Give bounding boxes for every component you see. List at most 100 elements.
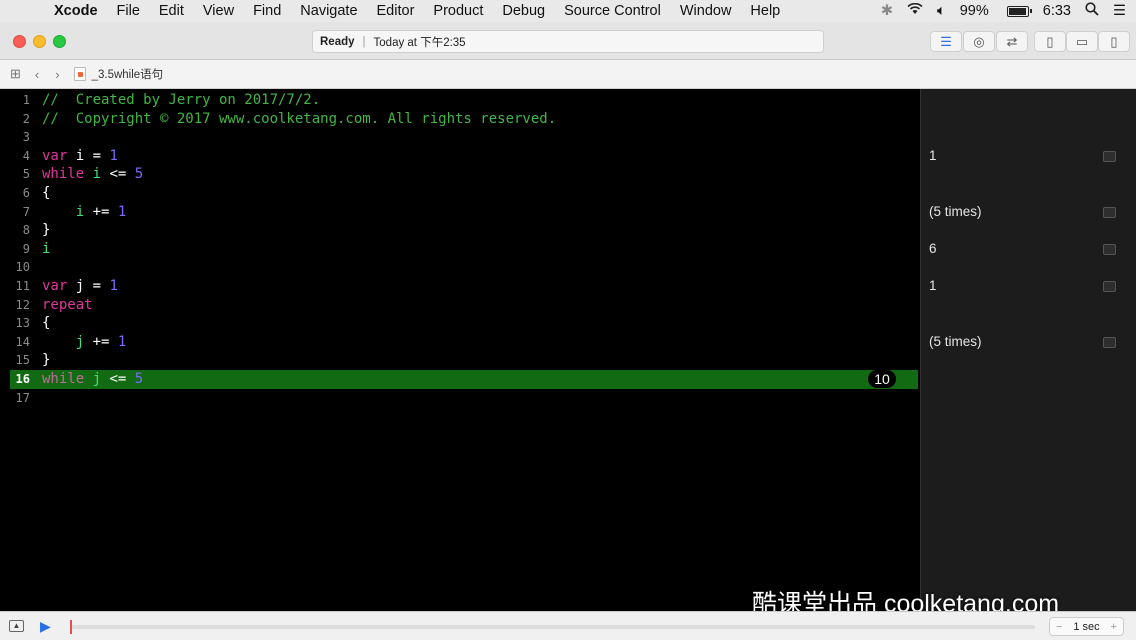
code-line[interactable]: 1 // Created by Jerry on 2017/7/2. — [0, 91, 920, 110]
menu-navigate[interactable]: Navigate — [300, 3, 357, 19]
code-token: 5 — [134, 371, 144, 387]
code-line[interactable]: 3 — [0, 128, 920, 147]
menu-file[interactable]: File — [117, 3, 140, 19]
result-value: (5 times) — [929, 203, 982, 219]
wifi-icon[interactable] — [907, 2, 923, 19]
standard-editor-icon[interactable]: ☰ — [930, 31, 962, 52]
code-line[interactable]: 15} — [0, 351, 920, 370]
toggle-debug-area-icon[interactable]: ▭ — [1066, 31, 1098, 52]
code-line[interactable]: 14 j += 1 — [0, 333, 920, 352]
line-number: 2 — [22, 111, 30, 126]
code-token: } — [42, 222, 51, 239]
line-number: 12 — [15, 297, 30, 312]
volume-icon[interactable]: 🔈︎ — [937, 3, 946, 19]
result-value: (5 times) — [929, 333, 982, 349]
code-line[interactable]: 17 — [0, 389, 920, 408]
result-value: 1 — [929, 278, 937, 293]
menu-app-name[interactable]: Xcode — [54, 3, 98, 19]
code-line[interactable]: 7 i += 1 — [0, 203, 920, 222]
menu-debug[interactable]: Debug — [502, 3, 545, 19]
quick-look-icon[interactable] — [1103, 281, 1116, 292]
line-number: 13 — [15, 316, 30, 331]
code-token: i = — [67, 147, 110, 164]
code-line[interactable]: 13 { — [0, 314, 920, 333]
clock[interactable]: 6:33 — [1043, 3, 1071, 19]
version-editor-icon[interactable]: ⇄ — [996, 31, 1028, 52]
duration-decrease-button[interactable]: − — [1056, 621, 1062, 633]
code-token: j = — [67, 278, 110, 294]
code-line[interactable]: 11 var j = 1 — [0, 277, 920, 296]
line-number: 4 — [22, 148, 30, 163]
menu-find[interactable]: Find — [253, 3, 281, 19]
line-number: 7 — [22, 204, 30, 219]
code-token: 1 — [109, 147, 118, 164]
code-line-current[interactable]: 16 while j <= 5 10 — [10, 370, 918, 389]
battery-icon[interactable] — [993, 3, 1032, 19]
code-text: // Created by Jerry on 2017/7/2. — [42, 91, 320, 110]
line-number: 17 — [15, 390, 30, 405]
duration-stepper[interactable]: − 1 sec + — [1049, 617, 1124, 636]
code-token: { — [42, 185, 51, 201]
related-items-grid-icon[interactable]: ⊞ — [10, 66, 21, 82]
line-number: 11 — [15, 279, 30, 293]
code-line[interactable]: 5 while i <= 5 — [0, 165, 920, 184]
code-line[interactable]: 8} — [0, 221, 920, 240]
code-line[interactable]: 9i — [0, 240, 920, 259]
code-token: i — [42, 240, 51, 257]
timeline-playhead[interactable] — [70, 620, 72, 634]
run-playground-icon[interactable]: ▶ — [40, 618, 51, 635]
code-line[interactable]: 12 repeat — [0, 296, 920, 315]
code-token: += — [84, 203, 118, 220]
line-number: 9 — [22, 241, 30, 256]
status-separator: | — [362, 35, 366, 48]
minimize-window-button[interactable] — [33, 35, 46, 48]
assistant-editor-icon[interactable]: ◎ — [963, 31, 995, 52]
code-text: } — [42, 351, 50, 370]
quick-look-icon[interactable] — [1103, 243, 1116, 255]
menu-help[interactable]: Help — [750, 3, 780, 19]
notification-center-icon[interactable]: ☰ — [1113, 3, 1126, 19]
code-line[interactable]: 4 var i = 1 — [0, 147, 920, 166]
spotlight-search-icon[interactable] — [1085, 2, 1099, 20]
code-token: j — [75, 333, 85, 350]
quick-look-icon[interactable] — [1103, 206, 1116, 218]
quick-look-icon[interactable] — [1103, 336, 1116, 348]
code-line[interactable]: 6{ — [0, 184, 920, 203]
inline-result-bubble[interactable]: 10 — [868, 370, 896, 388]
toggle-inspector-icon[interactable]: ▯ — [1098, 31, 1130, 52]
source-editor[interactable]: 1 // Created by Jerry on 2017/7/2. 2 // Cop… — [0, 89, 920, 611]
zoom-window-button[interactable] — [53, 35, 66, 48]
code-text: // Copyright © 2017 www.coolketang.com. … — [42, 110, 556, 129]
code-token: i — [75, 203, 85, 220]
code-text: { — [42, 184, 50, 203]
line-number: 8 — [22, 223, 30, 238]
menu-view[interactable]: View — [203, 3, 234, 19]
close-window-button[interactable] — [13, 35, 26, 48]
menu-editor[interactable]: Editor — [377, 3, 415, 19]
bluetooth-icon[interactable]: ✱ — [881, 3, 893, 19]
code-line[interactable]: 10 — [0, 258, 920, 277]
back-arrow-icon[interactable]: ‹ — [35, 67, 39, 82]
code-token: <= — [101, 166, 135, 183]
menu-bar: Xcode File Edit View Find Navigate Edito… — [0, 0, 1136, 22]
breadcrumb-file[interactable]: _3.5while语句 — [73, 66, 164, 82]
menu-window[interactable]: Window — [680, 3, 732, 19]
battery-percent[interactable]: 99% — [960, 3, 989, 19]
toggle-navigator-icon[interactable]: ▯ — [1034, 31, 1066, 52]
menu-product[interactable]: Product — [433, 3, 483, 19]
code-line[interactable]: 2 // Copyright © 2017 www.coolketang.com.… — [0, 110, 920, 129]
execution-timeline-slider[interactable] — [70, 620, 1035, 634]
menu-source-control[interactable]: Source Control — [564, 3, 661, 19]
code-token: 1 — [117, 333, 127, 350]
menu-edit[interactable]: Edit — [159, 3, 184, 19]
forward-arrow-icon[interactable]: › — [55, 67, 59, 82]
breadcrumb-file-name: _3.5while语句 — [91, 69, 164, 81]
hide-debug-area-icon[interactable]: ▲ — [9, 620, 24, 632]
code-token: <= — [101, 371, 135, 387]
code-token: repeat — [42, 296, 93, 313]
duration-increase-button[interactable]: + — [1111, 621, 1117, 633]
quick-look-icon[interactable] — [1103, 150, 1116, 162]
